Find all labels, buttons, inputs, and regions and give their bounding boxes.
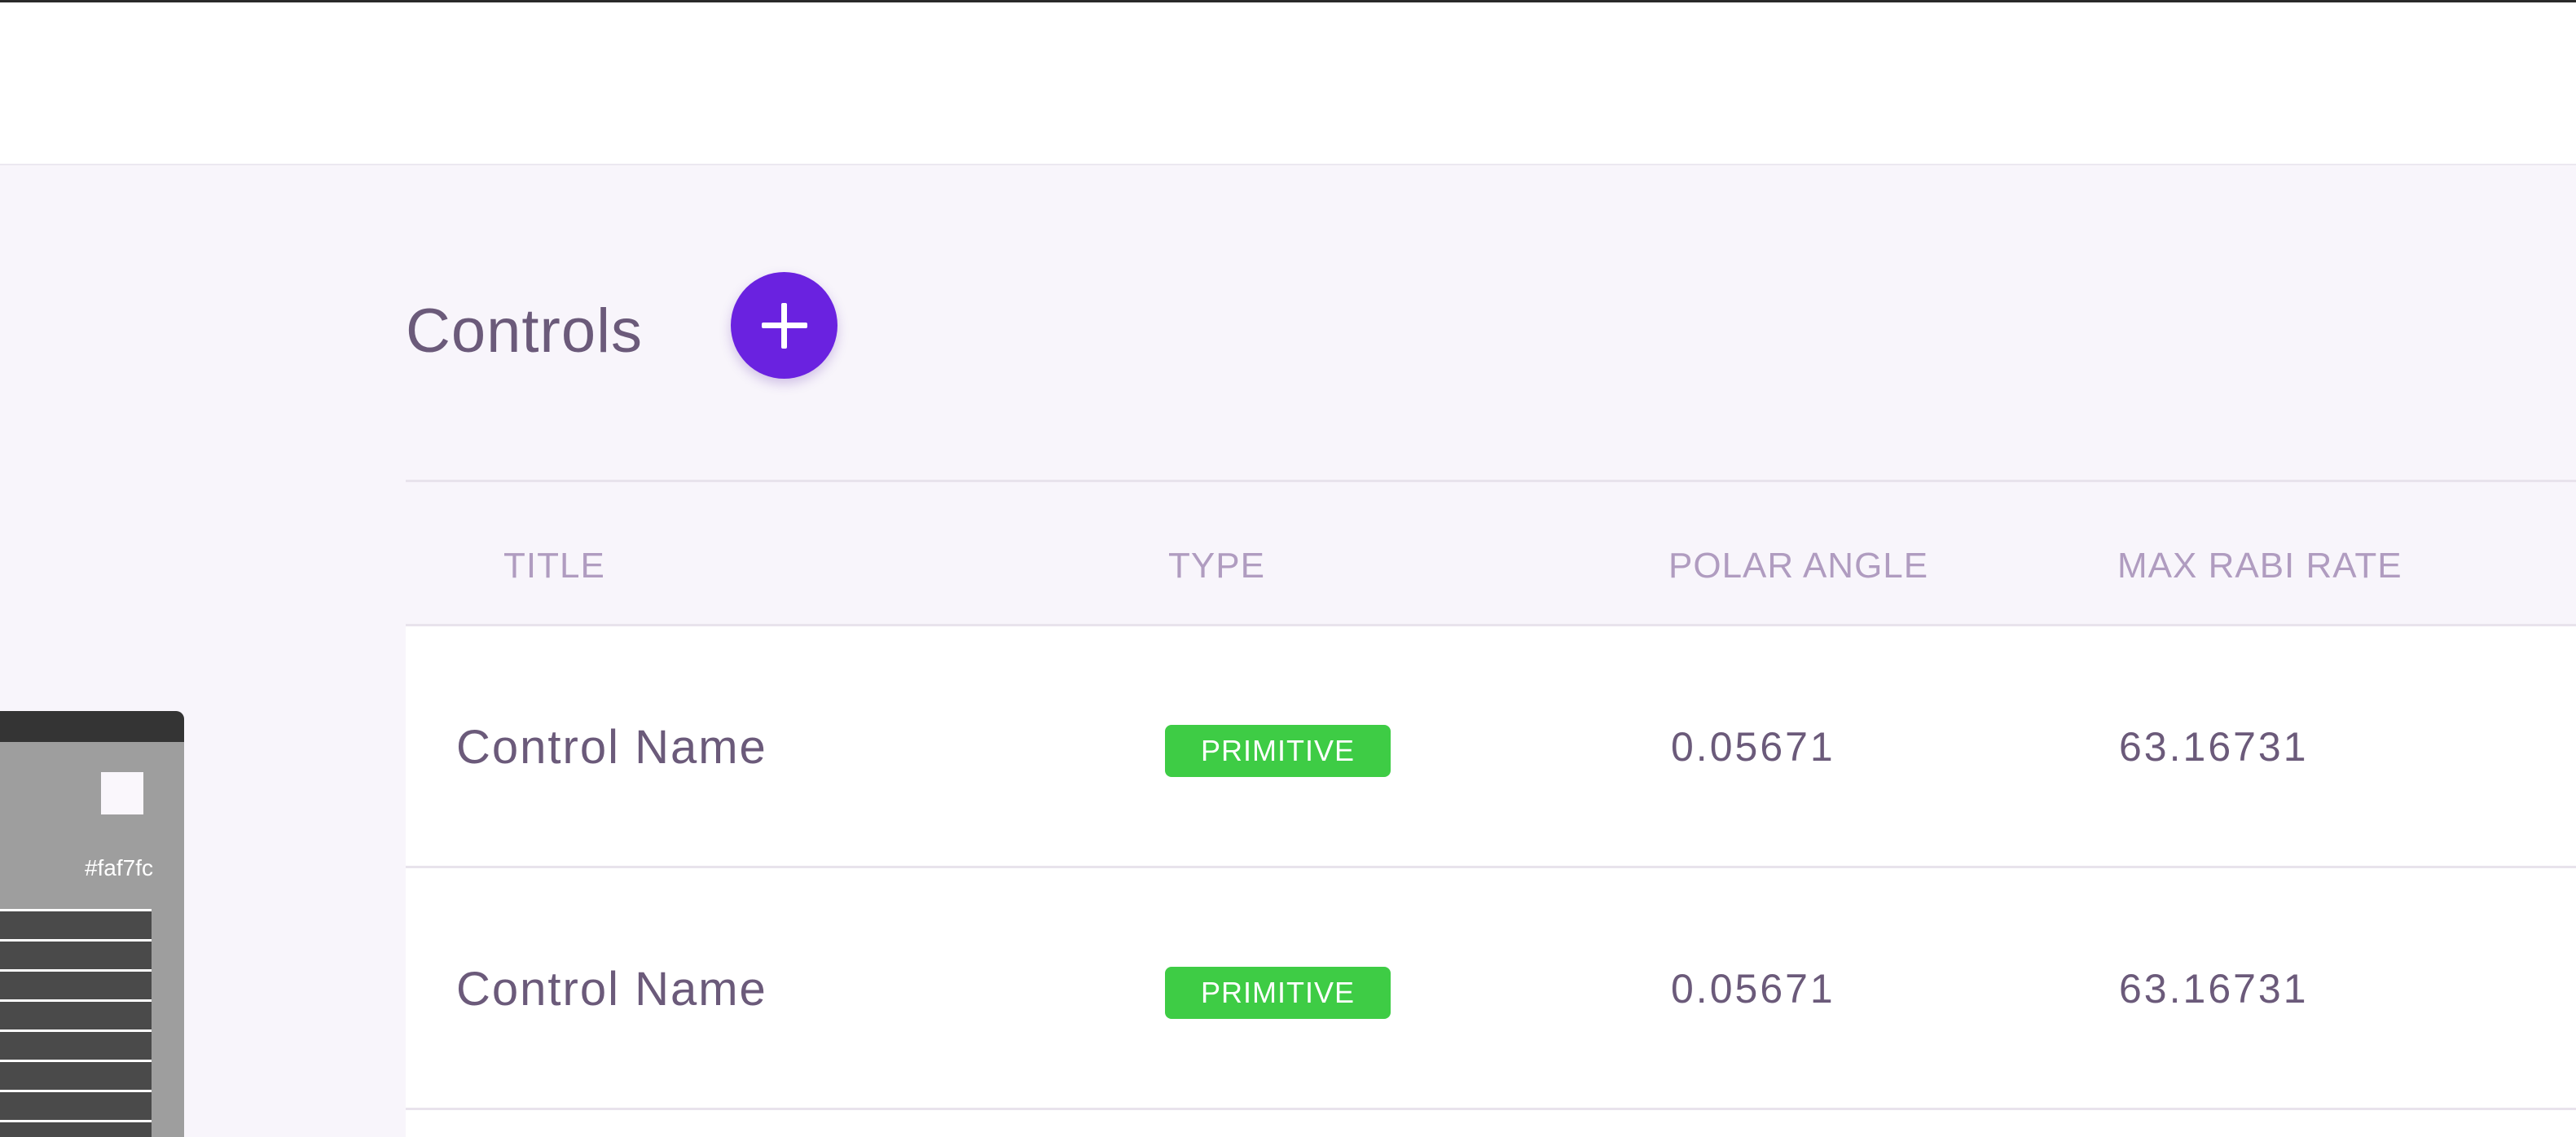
- polar-angle-value: 0.05671: [1671, 724, 1835, 770]
- max-rabi-rate-value: 63.16731: [2119, 966, 2309, 1012]
- add-control-button[interactable]: [731, 272, 837, 379]
- table-header: TITLE TYPE POLAR ANGLE MAX RABI RATE: [406, 480, 2576, 626]
- type-badge: PRIMITIVE: [1165, 967, 1391, 1019]
- color-picker-header[interactable]: [0, 711, 184, 742]
- table-row[interactable]: Control Name PRIMITIVE 0.05671 63.16731: [406, 868, 2576, 1110]
- column-header-title[interactable]: TITLE: [503, 482, 605, 624]
- table-row[interactable]: Control Name PRIMITIVE 0.05671 63.16731: [406, 626, 2576, 868]
- color-hex-value: #faf7fc: [84, 855, 153, 880]
- type-badge: PRIMITIVE: [1165, 725, 1391, 777]
- max-rabi-rate-value: 63.16731: [2119, 724, 2309, 770]
- column-header-max-rabi-rate[interactable]: MAX RABI RATE: [2117, 482, 2402, 624]
- column-header-type[interactable]: TYPE: [1168, 482, 1265, 624]
- color-picker-panel[interactable]: #faf7fc: [0, 711, 184, 1137]
- color-picker-list[interactable]: [0, 909, 152, 1137]
- controls-table: TITLE TYPE POLAR ANGLE MAX RABI RATE Con…: [406, 480, 2576, 1137]
- page-title: Controls: [406, 296, 643, 366]
- control-title[interactable]: Control Name: [456, 868, 767, 1110]
- top-bar: [0, 2, 2576, 165]
- color-swatch[interactable]: [101, 772, 143, 814]
- polar-angle-value: 0.05671: [1671, 966, 1835, 1012]
- control-title[interactable]: Control Name: [456, 626, 767, 868]
- column-header-polar-angle[interactable]: POLAR ANGLE: [1668, 482, 1928, 624]
- table-row[interactable]: [406, 1110, 2576, 1137]
